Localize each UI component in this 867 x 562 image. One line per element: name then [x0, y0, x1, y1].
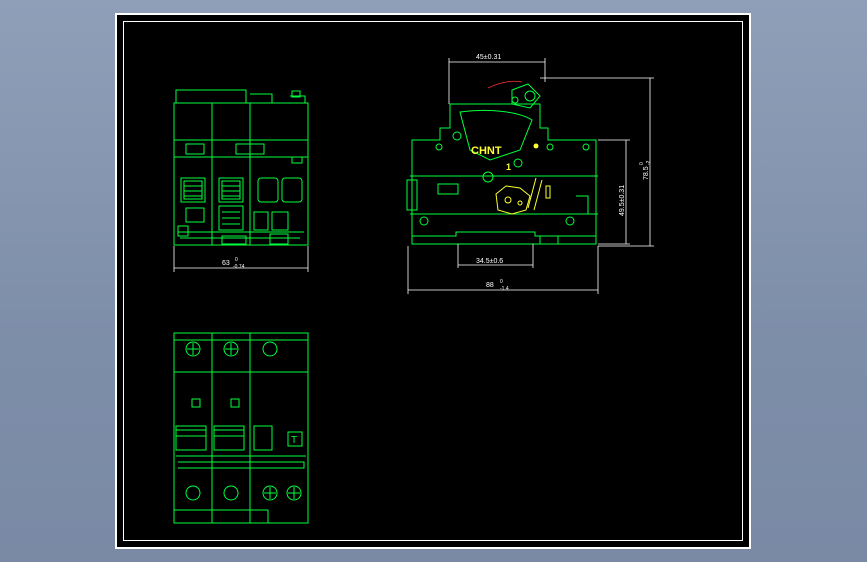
rail-width-label: 34.5±0.6	[476, 258, 503, 265]
side-depth-dimension: 88 0 -1.4	[407, 246, 599, 294]
on-mark: 1	[506, 162, 511, 172]
overall-height-label: 78.5	[643, 166, 650, 180]
cad-drawing: 63 0 -0.74 CHNT 1 45±0.31 34.5±0.6 88 0 …	[173, 54, 654, 524]
test-button-label: T	[291, 435, 297, 446]
top-width-label: 45±0.31	[476, 54, 501, 61]
indicator-dot	[533, 143, 539, 149]
brand-logo-text: CHNT	[471, 145, 502, 157]
side-overall-height-dimension: 78.5 0 -2	[540, 77, 654, 247]
overall-height-tol-upper: 0	[639, 162, 645, 165]
front-width-tol-upper: 0	[235, 257, 238, 263]
depth-label: 88	[486, 282, 494, 289]
front-width-dimension: 63 0 -0.74	[173, 246, 309, 272]
front-view	[173, 89, 309, 246]
overall-height-tol-lower: -2	[646, 160, 652, 165]
side-height-dimension: 49.5±0.31	[598, 139, 630, 245]
depth-tol-upper: 0	[500, 279, 503, 285]
side-rail-dimension: 34.5±0.6	[457, 244, 534, 268]
front-width-tol-lower: -0.74	[233, 264, 245, 270]
trip-mechanism	[495, 177, 551, 215]
bottom-view: T	[173, 332, 309, 524]
side-top-dimension: 45±0.31	[448, 54, 546, 104]
front-width-label: 63	[222, 260, 230, 267]
depth-tol-lower: -1.4	[500, 286, 509, 292]
height-label: 49.5±0.31	[619, 185, 626, 216]
side-view: CHNT 1	[406, 80, 598, 245]
